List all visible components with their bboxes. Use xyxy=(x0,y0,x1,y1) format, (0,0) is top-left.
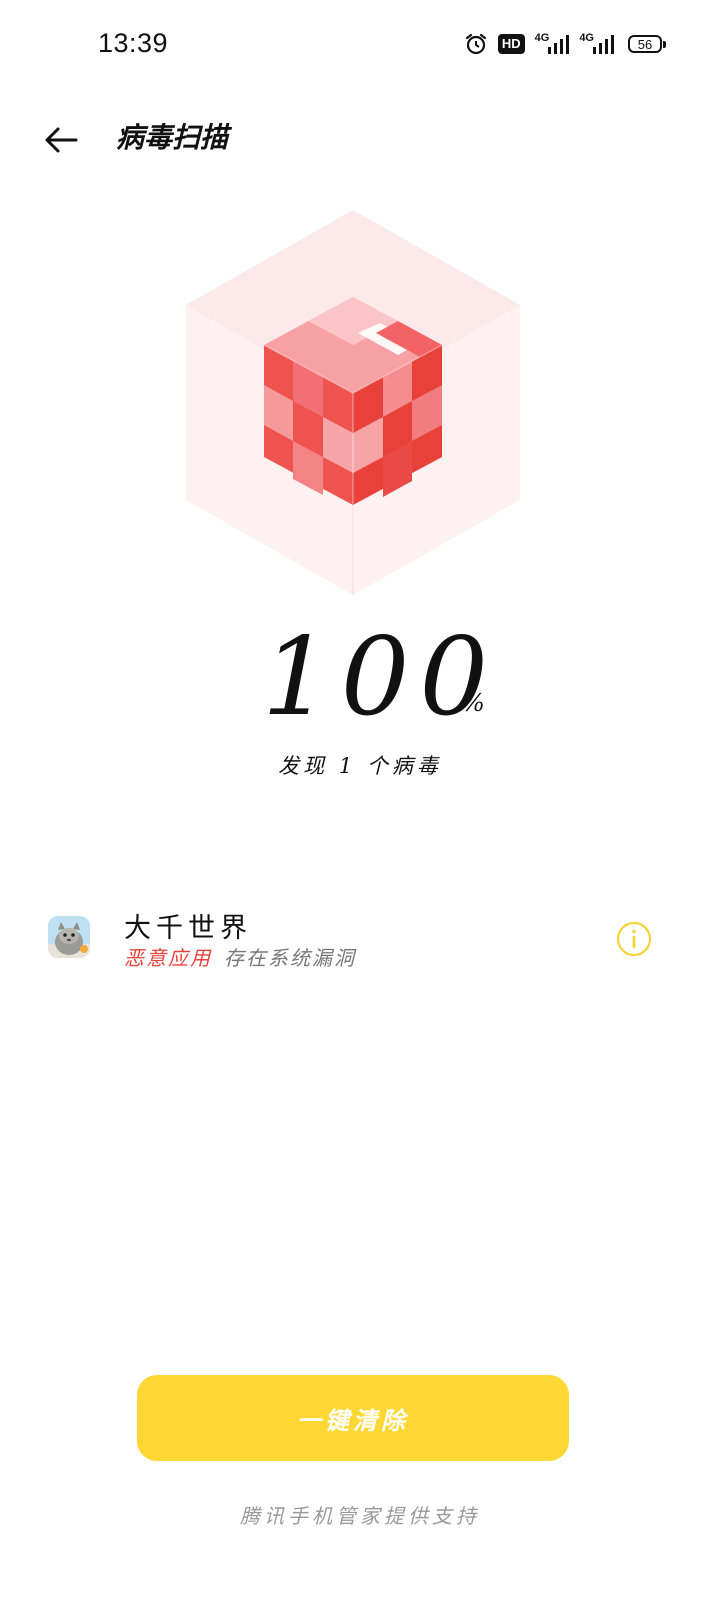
network-label: 4G xyxy=(534,32,550,44)
alarm-icon xyxy=(464,32,488,56)
virus-cube-illustration xyxy=(180,205,526,600)
threat-description: 恶意应用 存在系统漏洞 xyxy=(124,942,356,971)
list-item[interactable]: 大千世界 恶意应用 存在系统漏洞 xyxy=(0,900,720,980)
network-label: 4G xyxy=(579,32,594,44)
info-icon xyxy=(616,921,652,957)
status-bar: 13:39 HD 4G 4G 56 xyxy=(0,0,720,88)
hd-icon: HD xyxy=(497,34,525,54)
footer-note: 腾讯手机管家提供支持 xyxy=(240,1504,480,1528)
progress-unit: % xyxy=(462,689,485,717)
signal-icon: 4G xyxy=(534,32,570,55)
threat-type: 恶意应用 xyxy=(124,946,212,970)
scan-progress: 100 % xyxy=(0,615,720,745)
page-title: 病毒扫描 xyxy=(116,121,229,154)
status-icons: HD 4G 4G 56 xyxy=(464,30,666,58)
battery-icon: 56 xyxy=(628,35,666,53)
info-button[interactable] xyxy=(615,920,653,958)
threat-detail: 存在系统漏洞 xyxy=(224,946,356,970)
back-button[interactable] xyxy=(40,118,84,162)
progress-value: 100 xyxy=(262,615,499,740)
app-name: 大千世界 xyxy=(124,913,252,944)
header: 病毒扫描 xyxy=(0,100,720,180)
arrow-left-icon xyxy=(45,127,78,153)
scan-result-text: 发现 1 个病毒 xyxy=(278,754,442,778)
status-time: 13:39 xyxy=(98,28,169,58)
clean-all-button[interactable]: 一键清除 xyxy=(137,1375,569,1461)
app-icon xyxy=(48,916,90,958)
signal-icon: 4G xyxy=(579,32,614,55)
